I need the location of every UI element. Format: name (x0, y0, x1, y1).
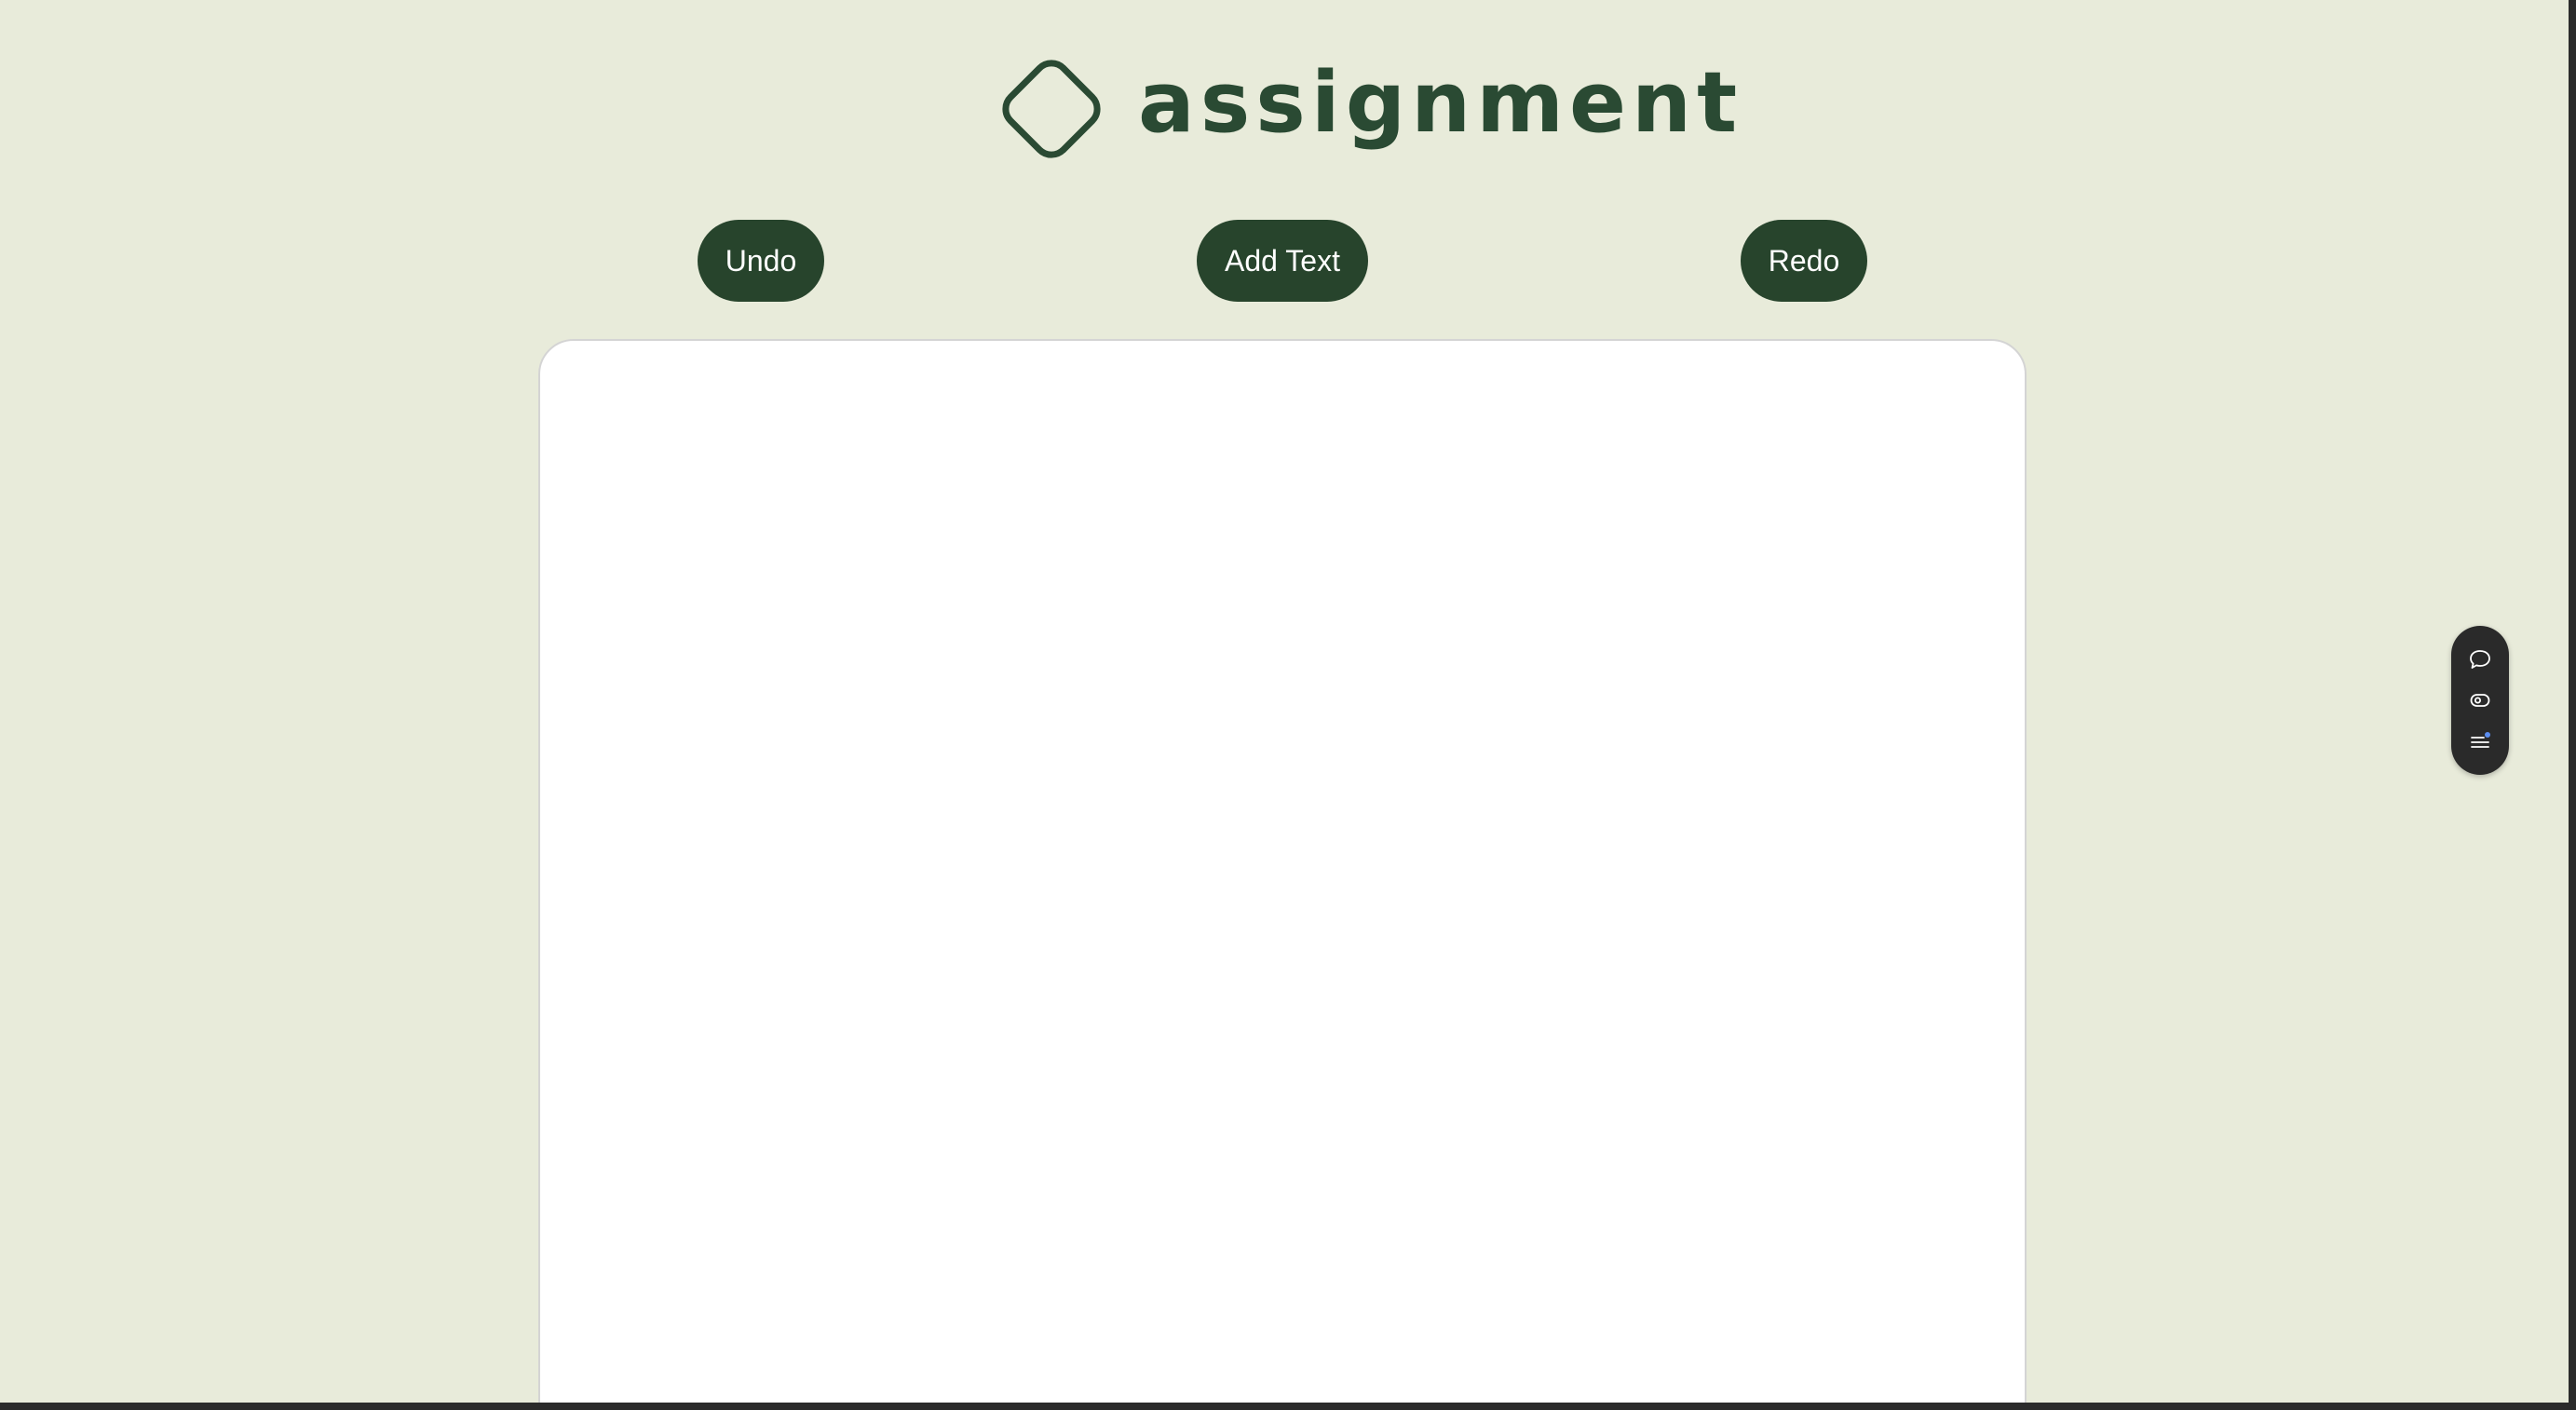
floating-side-toolbar (2451, 626, 2509, 775)
menu-button[interactable] (2464, 725, 2496, 757)
window-border-right (2569, 0, 2576, 1410)
editor-canvas[interactable] (538, 339, 2027, 1410)
app-logo: assignment (989, 47, 1742, 171)
preview-button[interactable] (2464, 685, 2496, 716)
add-text-button[interactable]: Add Text (1197, 220, 1368, 302)
logo-wordmark: assignment (1138, 54, 1743, 152)
chat-button[interactable] (2464, 644, 2496, 675)
diamond-logo-icon (1002, 60, 1101, 158)
eye-icon (2470, 694, 2490, 707)
undo-button[interactable]: Undo (698, 220, 824, 302)
list-icon (2471, 732, 2490, 748)
notification-dot (2485, 732, 2490, 738)
redo-button[interactable]: Redo (1741, 220, 1867, 302)
chat-bubble-icon (2470, 650, 2490, 669)
window-border-bottom (0, 1403, 2576, 1410)
